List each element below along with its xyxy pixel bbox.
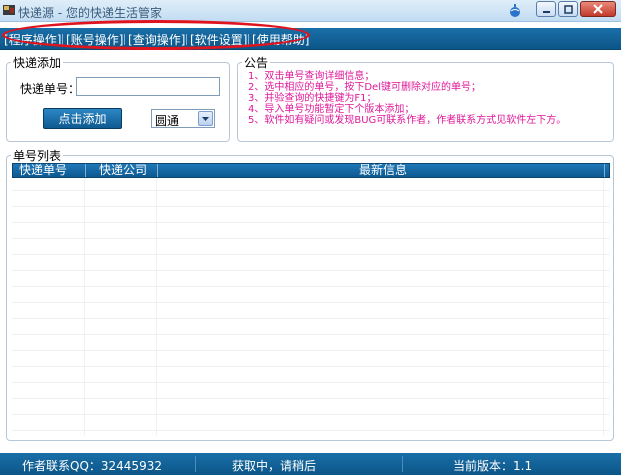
tracking-list-title: 单号列表: [11, 147, 64, 164]
list-header: 快递单号 快递公司 最新信息: [12, 163, 610, 178]
grid-line: [12, 318, 610, 319]
courier-company-select[interactable]: 圆通: [151, 109, 215, 128]
close-icon: [593, 4, 603, 14]
status-bar: 作者联系QQ：32445932 获取中，请稍后 当前版本：1.1: [0, 453, 621, 475]
tracking-number-label: 快递单号：: [20, 82, 81, 96]
notice-title: 公告: [242, 54, 271, 71]
column-divider[interactable]: [157, 164, 158, 177]
grid-line: [12, 430, 610, 431]
menu-separator: [124, 34, 125, 45]
author-contact: 作者联系QQ：32445932: [22, 459, 162, 473]
grid-line: [12, 222, 610, 223]
title-bar: 快递源 - 您的快递生活管家: [0, 0, 621, 22]
grid-line: [12, 190, 610, 191]
restore-icon: [563, 4, 573, 14]
column-divider[interactable]: [604, 164, 605, 177]
close-button[interactable]: [580, 1, 616, 17]
grid-line: [12, 382, 610, 383]
menu-separator: [62, 34, 63, 45]
grid-line: [12, 286, 610, 287]
grid-line: [12, 270, 610, 271]
add-button[interactable]: 点击添加: [43, 108, 122, 129]
grid-line: [12, 302, 610, 303]
column-header-latest-info[interactable]: 最新信息: [359, 164, 407, 177]
column-header-company[interactable]: 快递公司: [99, 164, 147, 177]
grid-line: [12, 334, 610, 335]
globe-icon[interactable]: [509, 4, 521, 18]
tracking-list[interactable]: [12, 178, 610, 436]
tracking-number-input[interactable]: [76, 77, 220, 96]
status-divider: [195, 456, 196, 472]
menu-query[interactable]: [查询操作]: [128, 31, 185, 48]
minimize-icon: [542, 10, 550, 13]
status-divider: [402, 456, 403, 472]
notice-line: 5、软件如有疑问或发现BUG可联系作者，作者联系方式见软件左下方。: [248, 115, 567, 126]
dropdown-button[interactable]: [198, 111, 213, 126]
app-icon: [3, 5, 15, 15]
minimize-button[interactable]: [536, 1, 556, 17]
grid-line: [12, 238, 610, 239]
menu-program[interactable]: [程序操作]: [4, 31, 61, 48]
grid-line: [12, 206, 610, 207]
grid-line: [12, 398, 610, 399]
grid-line: [12, 366, 610, 367]
menu-bar: [程序操作] [账号操作] [查询操作] [软件设置] [使用帮助]: [0, 28, 621, 50]
menu-settings[interactable]: [软件设置]: [190, 31, 247, 48]
courier-company-value: 圆通: [155, 114, 180, 128]
grid-line: [12, 414, 610, 415]
menu-account[interactable]: [账号操作]: [66, 31, 123, 48]
grid-line: [12, 254, 610, 255]
window-title: 快递源 - 您的快递生活管家: [18, 6, 162, 20]
column-header-number[interactable]: 快递单号: [19, 164, 67, 177]
chevron-down-icon: [202, 117, 209, 121]
column-divider[interactable]: [85, 164, 86, 177]
menu-separator: [248, 34, 249, 45]
version-label: 当前版本：1.1: [453, 459, 533, 473]
quick-add-group: [6, 62, 230, 142]
status-message: 获取中，请稍后: [232, 459, 317, 473]
menu-help[interactable]: [使用帮助]: [252, 31, 309, 48]
quick-add-title: 快递添加: [11, 54, 64, 71]
restore-button[interactable]: [558, 1, 578, 17]
grid-line: [12, 350, 610, 351]
menu-separator: [186, 34, 187, 45]
